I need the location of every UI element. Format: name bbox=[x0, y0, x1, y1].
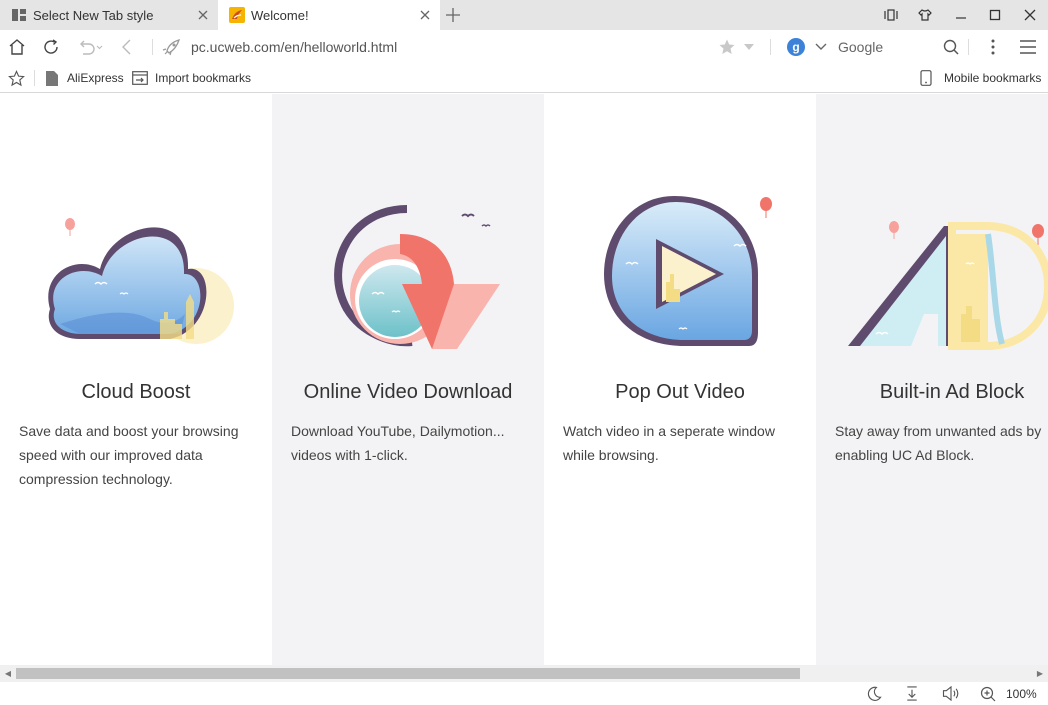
mobile-bookmarks[interactable]: Mobile bookmarks bbox=[920, 64, 1041, 92]
zoom-in-icon bbox=[980, 686, 996, 701]
main-menu-button[interactable] bbox=[1013, 30, 1043, 64]
feature-description: Watch video in a seperate window while b… bbox=[563, 423, 775, 463]
feature-card-built-in-ad-block: Built-in Ad Block Stay away from unwante… bbox=[816, 94, 1048, 665]
downloads-button[interactable] bbox=[899, 682, 925, 705]
home-icon bbox=[9, 39, 25, 55]
reload-icon bbox=[44, 39, 58, 54]
feature-title: Pop Out Video bbox=[615, 381, 745, 403]
chevron-left-icon bbox=[122, 39, 131, 55]
compact-mode-icon bbox=[884, 9, 898, 21]
home-button[interactable] bbox=[2, 30, 32, 64]
bookmarks-star-button[interactable] bbox=[8, 64, 25, 92]
night-mode-button[interactable] bbox=[861, 682, 887, 705]
maximize-icon bbox=[989, 9, 1001, 21]
divider bbox=[968, 39, 969, 55]
search-icon bbox=[943, 39, 959, 55]
divider bbox=[34, 70, 35, 86]
feature-description: Stay away from unwanted ads by enabling … bbox=[835, 423, 1042, 463]
caret-down-icon bbox=[744, 44, 754, 50]
speaker-icon bbox=[942, 686, 959, 701]
tab-title: Welcome! bbox=[251, 7, 309, 23]
vertical-dots-icon bbox=[991, 39, 995, 55]
download-icon bbox=[907, 686, 917, 701]
scroll-right-arrow[interactable]: ▶ bbox=[1032, 665, 1048, 682]
page-icon bbox=[46, 70, 58, 86]
reload-button[interactable] bbox=[36, 30, 66, 64]
skin-button[interactable] bbox=[908, 0, 942, 30]
feature-description: Download YouTube, Dailymotion... videos … bbox=[291, 423, 505, 463]
search-engine-icon[interactable]: g bbox=[787, 38, 805, 56]
address-bar[interactable]: pc.ucweb.com/en/helloworld.html bbox=[152, 34, 770, 60]
horizontal-scrollbar[interactable]: ◀ ▶ bbox=[0, 665, 1048, 682]
status-bar: 100% bbox=[0, 682, 1048, 705]
tab-close-button[interactable] bbox=[410, 0, 440, 30]
plus-icon bbox=[446, 8, 460, 22]
search-button[interactable] bbox=[936, 30, 966, 64]
bookmark-import[interactable]: Import bookmarks bbox=[132, 64, 251, 92]
minimize-button[interactable] bbox=[944, 0, 978, 30]
chevron-down-icon[interactable] bbox=[815, 43, 827, 51]
zoom-level[interactable]: 100% bbox=[1006, 682, 1037, 705]
feature-card-pop-out-video: Pop Out Video Watch video in a seperate … bbox=[544, 94, 816, 665]
close-window-button[interactable] bbox=[1013, 0, 1047, 30]
uc-browser-icon bbox=[229, 7, 245, 23]
bookmark-aliexpress[interactable]: AliExpress bbox=[46, 64, 124, 92]
scroll-left-arrow[interactable]: ◀ bbox=[0, 665, 16, 682]
welcome-page: Cloud Boost Save data and boost your bro… bbox=[0, 94, 1048, 665]
tab-strip: Select New Tab style Welcome! bbox=[0, 0, 1048, 30]
back-button[interactable] bbox=[112, 30, 142, 64]
divider bbox=[770, 39, 771, 55]
undo-icon bbox=[80, 40, 103, 55]
tab-select-new-tab-style[interactable]: Select New Tab style bbox=[0, 0, 218, 30]
feature-description: Save data and boost your browsing speed … bbox=[19, 423, 239, 487]
bookmarks-bar: AliExpress Import bookmarks Mobile bookm… bbox=[0, 64, 1048, 93]
close-icon bbox=[1024, 9, 1036, 21]
minimize-icon bbox=[956, 17, 966, 19]
star-outline-icon bbox=[8, 69, 25, 86]
zoom-button[interactable] bbox=[975, 682, 1001, 705]
bookmark-label: Import bookmarks bbox=[155, 71, 252, 85]
tab-close-button[interactable] bbox=[188, 0, 218, 30]
import-icon bbox=[132, 71, 148, 85]
tab-welcome[interactable]: Welcome! bbox=[218, 0, 440, 30]
bookmark-label: AliExpress bbox=[67, 71, 124, 85]
close-icon bbox=[420, 10, 430, 20]
ad-block-illustration bbox=[848, 221, 1048, 350]
star-icon bbox=[719, 39, 735, 54]
undo-close-button[interactable] bbox=[74, 30, 106, 64]
new-tab-button[interactable] bbox=[440, 0, 466, 30]
compact-mode-button[interactable] bbox=[874, 0, 908, 30]
bookmark-dropdown[interactable] bbox=[736, 30, 762, 64]
video-download-illustration bbox=[334, 205, 500, 349]
scrollbar-thumb[interactable] bbox=[16, 668, 800, 679]
url-text: pc.ucweb.com/en/helloworld.html bbox=[191, 39, 398, 55]
mobile-bookmarks-label: Mobile bookmarks bbox=[944, 71, 1042, 85]
rocket-icon bbox=[162, 39, 181, 56]
mute-button[interactable] bbox=[938, 682, 964, 705]
moon-icon bbox=[867, 686, 882, 701]
cloud-boost-illustration bbox=[48, 218, 234, 344]
feature-title: Cloud Boost bbox=[81, 381, 191, 403]
mobile-phone-icon bbox=[920, 70, 932, 86]
hamburger-menu-icon bbox=[1020, 40, 1036, 54]
close-icon bbox=[198, 10, 208, 20]
tab-title: Select New Tab style bbox=[33, 7, 154, 23]
maximize-button[interactable] bbox=[978, 0, 1012, 30]
more-options-button[interactable] bbox=[978, 30, 1008, 64]
grid-layout-icon bbox=[12, 9, 26, 21]
feature-title: Built-in Ad Block bbox=[879, 381, 1025, 403]
search-engine-label: Google bbox=[838, 39, 884, 55]
pop-out-video-illustration bbox=[604, 196, 772, 346]
feature-card-cloud-boost: Cloud Boost Save data and boost your bro… bbox=[0, 94, 272, 665]
shirt-icon bbox=[918, 9, 932, 21]
navigation-bar: pc.ucweb.com/en/helloworld.html g Google bbox=[0, 30, 1048, 64]
feature-card-online-video-download: Online Video Download Download YouTube, … bbox=[272, 94, 544, 665]
feature-title: Online Video Download bbox=[303, 381, 513, 403]
